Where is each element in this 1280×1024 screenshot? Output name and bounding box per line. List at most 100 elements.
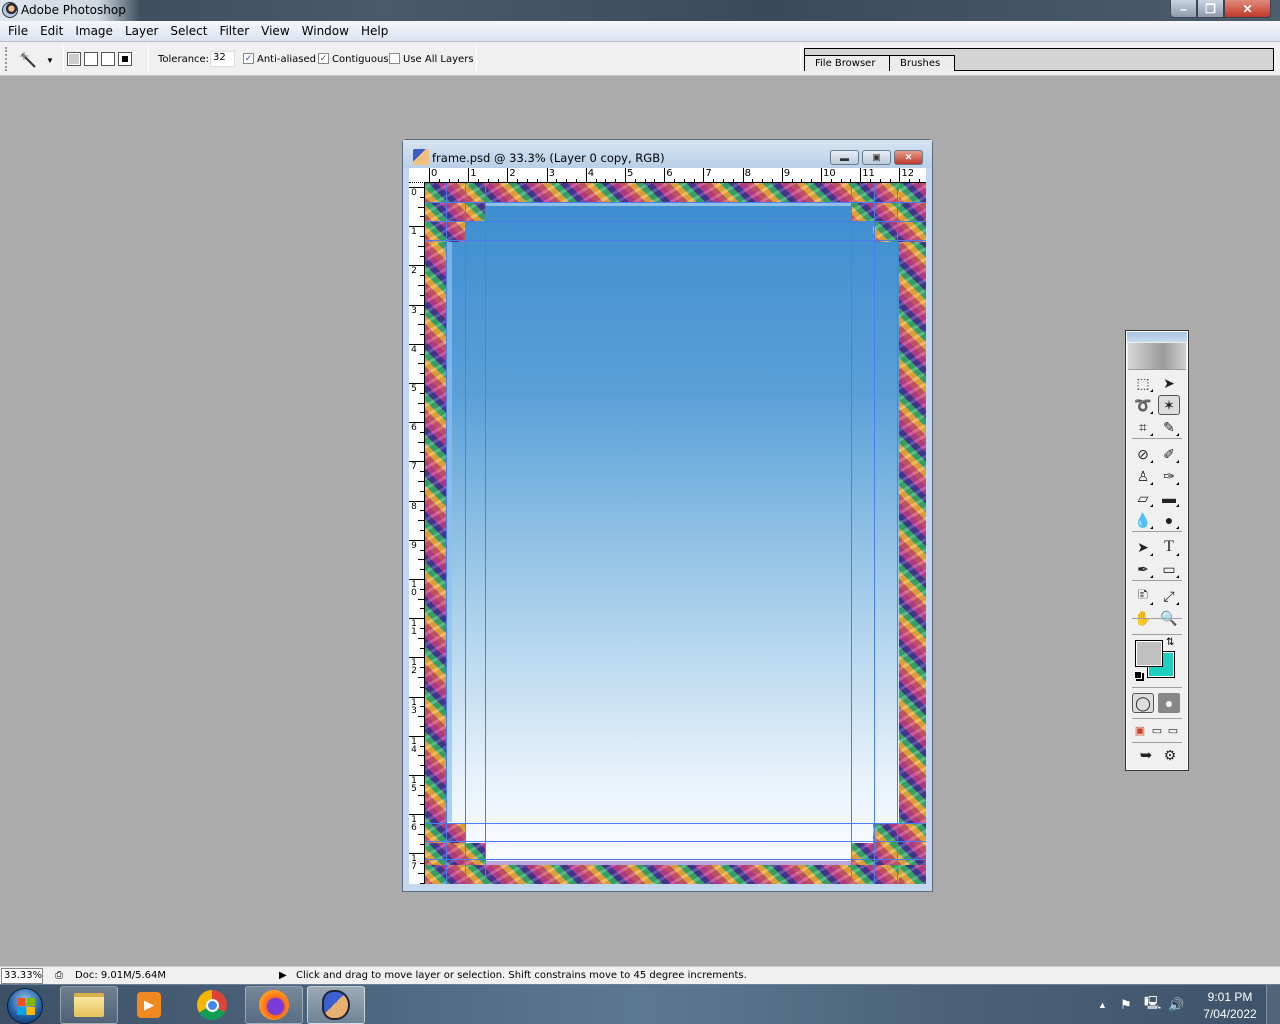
subtract-from-selection-button[interactable] xyxy=(101,52,115,66)
guide-horizontal[interactable] xyxy=(425,221,926,222)
show-desktop-button[interactable] xyxy=(1266,985,1280,1024)
foreground-color-swatch[interactable] xyxy=(1135,640,1163,667)
lasso-tool[interactable]: ➰ xyxy=(1132,395,1154,415)
vertical-ruler[interactable]: 0 1 2 3 4 5 6 7 8 9 1 0 1 1 1 2 1 3 1 4 1 5 1 6 1 7 xyxy=(409,183,425,884)
doc-restore-button[interactable]: ▣ xyxy=(862,150,891,165)
menu-edit[interactable]: Edit xyxy=(34,24,69,38)
new-selection-button[interactable] xyxy=(67,52,81,66)
menu-filter[interactable]: Filter xyxy=(213,24,255,38)
close-button[interactable]: ✕ xyxy=(1224,0,1271,18)
ruler-minor-tick xyxy=(418,755,424,757)
taskbar-media-player[interactable]: ▶ xyxy=(120,986,178,1024)
ruler-minor-tick xyxy=(420,530,424,531)
eraser-tool[interactable]: ▱ xyxy=(1132,488,1154,508)
tab-brushes[interactable]: Brushes xyxy=(889,55,955,71)
intersect-selection-button[interactable] xyxy=(118,52,132,66)
guide-vertical[interactable] xyxy=(446,183,447,884)
network-icon[interactable]: 🖳 xyxy=(1144,985,1161,1024)
ruler-minor-tick xyxy=(487,179,489,182)
path-selection-tool[interactable]: ➤ xyxy=(1132,537,1154,557)
full-screen-mode-button[interactable]: ▭ xyxy=(1162,720,1184,740)
guide-vertical[interactable] xyxy=(874,183,875,884)
guide-horizontal[interactable] xyxy=(425,240,926,241)
document-title-bar[interactable]: frame.psd @ 33.3% (Layer 0 copy, RGB) ▬ … xyxy=(403,140,932,168)
history-brush-tool[interactable]: ✑ xyxy=(1158,466,1180,486)
taskbar-photoshop[interactable] xyxy=(307,986,365,1024)
volume-icon[interactable]: 🔊 xyxy=(1168,985,1184,1024)
contiguous-checkbox[interactable]: ✓ xyxy=(318,53,329,64)
healing-brush-tool[interactable]: ⊘ xyxy=(1132,444,1154,464)
add-to-selection-button[interactable] xyxy=(84,52,98,66)
doc-close-button[interactable]: ✕ xyxy=(894,150,923,165)
menu-view[interactable]: View xyxy=(255,24,295,38)
tab-file-browser[interactable]: File Browser xyxy=(805,55,890,71)
adobe-online-button[interactable] xyxy=(1128,343,1186,370)
start-button[interactable] xyxy=(7,988,43,1024)
action-center-flag-icon[interactable]: ⚑ xyxy=(1120,985,1132,1024)
rectangular-marquee-tool[interactable]: ⬚ xyxy=(1132,373,1154,393)
guide-horizontal[interactable] xyxy=(425,823,926,824)
restore-button[interactable]: ❐ xyxy=(1197,0,1224,18)
ruler-minor-tick xyxy=(418,520,424,522)
toolbox-title-bar[interactable] xyxy=(1127,332,1187,342)
ruler-minor-tick xyxy=(418,324,424,326)
ruler-minor-tick xyxy=(420,549,424,551)
tolerance-input[interactable]: 32 xyxy=(210,51,235,67)
menu-help[interactable]: Help xyxy=(355,24,394,38)
taskbar-chrome[interactable] xyxy=(183,986,241,1024)
ruler-label: 6 xyxy=(666,168,673,179)
standard-mode-button[interactable]: ◯ xyxy=(1132,693,1154,713)
menu-image[interactable]: Image xyxy=(69,24,119,38)
menu-select[interactable]: Select xyxy=(164,24,213,38)
move-tool[interactable]: ➤ xyxy=(1158,373,1180,393)
guide-vertical[interactable] xyxy=(897,183,898,884)
brush-tool[interactable]: ✐ xyxy=(1158,444,1180,464)
guide-horizontal[interactable] xyxy=(425,859,926,860)
minimize-button[interactable]: – xyxy=(1170,0,1197,18)
guide-vertical[interactable] xyxy=(465,183,466,884)
tool-preset-picker[interactable]: ▼ xyxy=(18,50,58,70)
jump-to-imageready-button[interactable]: ➥ xyxy=(1135,745,1157,765)
status-menu-arrow-icon[interactable]: ▶ xyxy=(279,970,287,981)
show-hidden-icons-button[interactable]: ▲ xyxy=(1098,985,1107,1024)
system-clock[interactable]: 9:01 PM 7/04/2022 xyxy=(1195,989,1265,1023)
use-all-layers-checkbox[interactable] xyxy=(389,53,400,64)
eyedropper-tool[interactable]: ⤢ xyxy=(1158,586,1180,606)
notes-tool[interactable]: 🗈 xyxy=(1132,586,1154,606)
swap-colors-icon[interactable]: ⇅ xyxy=(1166,637,1174,648)
imageready-icon[interactable]: ⚙ xyxy=(1159,745,1181,765)
type-tool[interactable]: T xyxy=(1158,537,1180,557)
quick-mask-mode-button[interactable]: ● xyxy=(1158,693,1180,713)
ruler-minor-tick xyxy=(418,481,424,482)
zoom-level-field[interactable]: 33.33% xyxy=(1,968,43,984)
ruler-origin[interactable] xyxy=(409,168,425,183)
blur-tool[interactable]: 💧 xyxy=(1132,510,1154,530)
guide-horizontal[interactable] xyxy=(425,202,926,203)
ruler-minor-tick xyxy=(420,294,424,296)
pen-tool[interactable]: ✒ xyxy=(1132,559,1154,579)
anti-aliased-checkbox[interactable]: ✓ xyxy=(243,53,254,64)
document-info-icon[interactable]: ⎙ xyxy=(55,970,63,981)
ruler-label: 1 xyxy=(470,168,477,179)
document-canvas[interactable] xyxy=(425,183,926,884)
taskbar-file-explorer[interactable] xyxy=(60,986,118,1024)
crop-tool[interactable]: ⌗ xyxy=(1132,417,1154,437)
slice-tool[interactable]: ✎ xyxy=(1158,417,1180,437)
default-colors-icon[interactable] xyxy=(1134,671,1142,679)
status-bar: 33.33% ⎙ Doc: 9.01M/5.64M ▶ Click and dr… xyxy=(0,966,1280,984)
menu-window[interactable]: Window xyxy=(296,24,355,38)
clone-stamp-tool[interactable]: ♙ xyxy=(1132,466,1154,486)
horizontal-ruler[interactable]: 0 1 2 3 4 5 6 7 8 9 10 11 12 xyxy=(425,168,926,183)
menu-file[interactable]: File xyxy=(2,24,34,38)
gradient-tool[interactable]: ▬ xyxy=(1158,488,1180,508)
magic-wand-tool[interactable]: ✶ xyxy=(1158,395,1180,415)
taskbar-firefox[interactable] xyxy=(245,986,303,1024)
shape-tool[interactable]: ▭ xyxy=(1158,559,1180,579)
doc-minimize-button[interactable]: ▬ xyxy=(830,150,859,165)
guide-vertical[interactable] xyxy=(485,183,486,884)
dodge-tool[interactable]: ● xyxy=(1158,510,1180,530)
guide-vertical[interactable] xyxy=(851,183,852,884)
guide-horizontal[interactable] xyxy=(425,841,926,842)
menu-layer[interactable]: Layer xyxy=(119,24,164,38)
options-bar-grip[interactable] xyxy=(5,47,8,71)
